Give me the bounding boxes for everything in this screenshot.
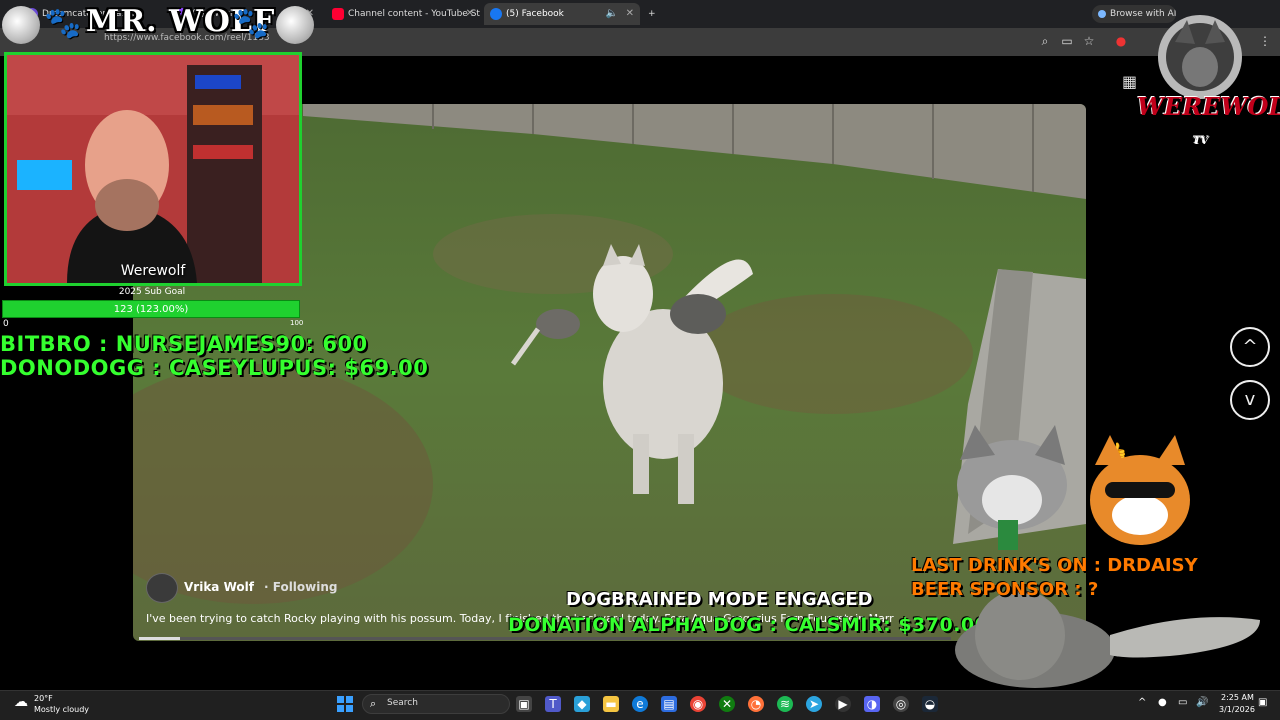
moon-icon — [2, 6, 40, 44]
firefox-icon[interactable]: ◔ — [748, 696, 764, 712]
notification-icon[interactable]: ▣ — [1258, 697, 1267, 708]
chevron-up-icon: ^ — [1242, 336, 1258, 357]
sub-goal-max: 100 — [290, 319, 304, 327]
paw-icon: 🐾 — [44, 6, 82, 41]
messenger-icon[interactable]: ➤ — [806, 696, 822, 712]
weather-temp[interactable]: 20°F — [34, 694, 53, 703]
video-progress[interactable] — [139, 637, 951, 640]
werewolf-tv-title: WEREWOLF — [1137, 92, 1280, 121]
star-icon[interactable]: ☆ — [1082, 34, 1096, 48]
werewolf-tv-sub: TV — [1193, 136, 1209, 147]
alpha-dog-text: DONATION ALPHA DOG : CALSMIR: $370.00 — [508, 614, 989, 636]
spotify-icon[interactable]: ≋ — [777, 696, 793, 712]
bitbro-text: BITBRO : NURSEJAMES90: 600 — [0, 332, 368, 356]
xbox-icon[interactable]: ✕ — [719, 696, 735, 712]
tab-label: (5) Facebook — [506, 9, 564, 19]
avatar[interactable] — [146, 573, 178, 603]
tab-youtube-studio[interactable]: Channel content - YouTube Studio ✕ — [326, 3, 480, 25]
facebook-icon — [490, 8, 502, 20]
paw-icon: 🐾 — [232, 6, 270, 41]
chevron-up-icon[interactable]: ^ — [1138, 697, 1146, 708]
microphone-icon[interactable]: ● — [1158, 697, 1167, 708]
store-icon[interactable]: ▤ — [661, 696, 677, 712]
taskbar-search[interactable]: ⌕ Search — [362, 694, 510, 714]
stream-logo-banner: 🐾 MR. WOLF 🐾 — [0, 0, 316, 52]
edge-icon[interactable]: e — [632, 696, 648, 712]
media-player-icon[interactable]: ▶ — [835, 696, 851, 712]
clock-time[interactable]: 2:25 AM — [1221, 693, 1254, 702]
video-progress-fill — [139, 637, 180, 640]
extension-icon[interactable]: ● — [1114, 34, 1128, 48]
author-name[interactable]: Vrika Wolf — [184, 580, 254, 594]
dog-mode-text: DOGBRAINED MODE ENGAGED — [566, 589, 873, 610]
volume-icon[interactable]: 🔊 — [1196, 697, 1208, 708]
task-view-icon[interactable]: ▣ — [516, 696, 532, 712]
steam-icon[interactable]: ◒ — [922, 696, 938, 712]
obs-icon[interactable]: ◎ — [893, 696, 909, 712]
clock-date[interactable]: 3/1/2026 — [1219, 705, 1255, 714]
wolf-head-icon — [1158, 15, 1242, 99]
donodogg-text: DONODOGG : CASEYLUPUS: $69.00 — [0, 356, 429, 380]
new-tab-button[interactable]: + — [644, 3, 662, 25]
copilot-icon[interactable]: ◆ — [574, 696, 590, 712]
previous-reel-button[interactable]: ^ — [1230, 327, 1270, 367]
sub-goal-label: 2025 Sub Goal — [118, 287, 186, 297]
sub-goal-bar: 123 (123.00%) — [2, 300, 300, 318]
tab-facebook[interactable]: (5) Facebook 🔈 ✕ — [484, 3, 640, 25]
close-icon[interactable]: ✕ — [466, 3, 474, 25]
cloudy-weather-icon[interactable]: ☁ — [14, 694, 30, 710]
teams-icon[interactable]: T — [545, 696, 561, 712]
plus-icon: + — [648, 9, 656, 19]
next-reel-button[interactable]: v — [1230, 380, 1270, 420]
werewolf-tv-text: WEREWOLF TV — [1137, 92, 1280, 150]
weather-desc[interactable]: Mostly cloudy — [34, 705, 89, 714]
chrome-icon[interactable]: ◉ — [690, 696, 706, 712]
webcam-label: Werewolf — [120, 263, 186, 279]
network-icon[interactable]: ▭ — [1178, 697, 1187, 708]
search-label: Search — [387, 698, 418, 708]
youtube-icon — [332, 8, 344, 20]
discord-icon[interactable]: ◑ — [864, 696, 880, 712]
tab-label: Channel content - YouTube Studio — [348, 9, 480, 19]
close-icon[interactable]: ✕ — [626, 3, 634, 25]
cast-icon[interactable]: ▭ — [1060, 34, 1074, 48]
webcam-frame: Werewolf — [4, 52, 302, 286]
sub-goal-value: 123 (123.00%) — [113, 304, 189, 315]
moon-icon — [276, 6, 314, 44]
windows-start-icon[interactable] — [337, 696, 353, 712]
zoom-icon[interactable]: ⌕ — [1038, 34, 1052, 48]
mute-icon[interactable]: 🔈 — [606, 3, 618, 25]
webcam-feed — [7, 55, 299, 283]
chevron-down-icon: v — [1244, 389, 1256, 410]
file-explorer-icon[interactable]: ▬ — [603, 696, 619, 712]
last-drink-text: LAST DRINK'S ON : DRDAISY — [911, 555, 1198, 576]
search-icon: ⌕ — [370, 697, 377, 710]
beer-sponsor-text: BEER SPONSOR : ? — [911, 579, 1099, 600]
sub-goal-min: 0 — [3, 319, 9, 329]
sparkle-icon — [1098, 10, 1106, 18]
werewolf-tv-logo: WEREWOLF TV — [1135, 12, 1280, 150]
following-status[interactable]: · Following — [264, 580, 338, 594]
